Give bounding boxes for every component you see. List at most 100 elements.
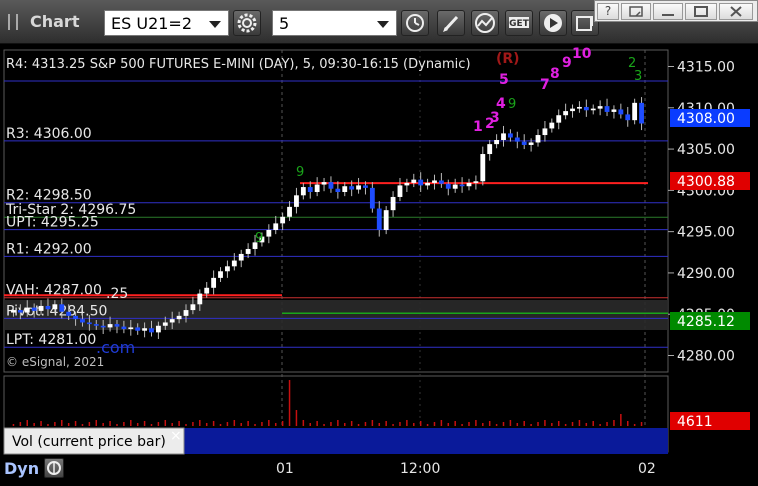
candle-body	[632, 102, 638, 121]
candle-body	[273, 223, 279, 230]
chart-description: R4: 4313.25 S&P 500 FUTURES E-MINI (DAY)…	[6, 57, 471, 72]
candle-body	[86, 322, 92, 325]
drag-grip-icon[interactable]	[8, 14, 18, 30]
candle-body	[528, 142, 534, 145]
candle-body	[590, 108, 596, 111]
window-title: Chart	[30, 12, 80, 31]
get-icon: GET	[509, 17, 530, 29]
draw-tools-button[interactable]	[437, 10, 465, 36]
candle-body	[231, 260, 237, 267]
candle-body	[280, 216, 286, 224]
td-count-green-5: 3	[634, 69, 642, 84]
price-tick-label: 4305.00	[677, 142, 735, 158]
candle-body	[155, 325, 161, 333]
time-label-02: 02	[638, 461, 656, 477]
candle-body	[390, 196, 396, 211]
candle-body	[314, 184, 320, 193]
candle-body	[473, 181, 479, 183]
candle-body	[535, 135, 541, 143]
close-icon	[730, 6, 742, 17]
candle-body	[625, 114, 631, 121]
level-label: VAH: 4287.00	[6, 283, 102, 299]
candle-body	[521, 141, 527, 145]
close-button[interactable]	[719, 3, 753, 20]
minimize-button[interactable]	[653, 3, 683, 20]
candle-body	[445, 183, 451, 189]
candle-body	[618, 109, 624, 115]
chart-toolbar: Chart ES U21=2 5 GET ?	[0, 0, 758, 44]
candle-body	[466, 182, 472, 187]
candle-body	[73, 315, 78, 320]
candle-body	[80, 319, 85, 323]
candle-body	[294, 195, 299, 207]
restore-button[interactable]	[621, 3, 651, 20]
candle-body	[425, 182, 430, 186]
candle-body	[211, 277, 217, 288]
candle-body	[107, 324, 113, 328]
window-controls: ?	[594, 0, 758, 22]
candle-body	[383, 210, 389, 230]
chevron-down-icon[interactable]	[377, 21, 389, 28]
td-setup-flag: (R)	[496, 51, 520, 67]
current-price-text: 4308.00	[677, 111, 735, 127]
volume-text: 4611	[677, 414, 713, 430]
candle-body	[169, 319, 175, 323]
maximize-icon	[694, 6, 708, 17]
help-button[interactable]: ?	[597, 3, 619, 20]
candle-body	[335, 188, 341, 193]
pencil-icon	[443, 15, 459, 32]
candle-body	[542, 128, 548, 136]
pointer-icon	[47, 461, 61, 475]
settings-button[interactable]	[233, 10, 261, 36]
candle-body	[549, 122, 555, 129]
symbol-input[interactable]: ES U21=2	[104, 10, 229, 36]
get-data-button[interactable]: GET	[505, 10, 533, 36]
candle-body	[59, 304, 65, 312]
interval-mode[interactable]: Dyn	[4, 459, 39, 478]
td-count-magenta-9: 9	[562, 55, 572, 71]
candle-body	[135, 327, 141, 331]
studies-button[interactable]	[471, 10, 499, 36]
maximize-button[interactable]	[685, 3, 717, 20]
green-level-text: 4285.12	[677, 314, 735, 330]
candle-body	[583, 106, 589, 111]
level-label: R3: 4306.00	[6, 126, 92, 142]
candle-body	[397, 185, 403, 197]
candle-body	[577, 106, 582, 109]
price-chart[interactable]: R3: 4306.00R2: 4298.50Tri-Star 2: 4296.7…	[0, 44, 758, 482]
candle-body	[459, 184, 465, 187]
candle-body	[266, 229, 272, 237]
copyright-text: © eSignal, 2021	[6, 355, 104, 369]
time-template-button[interactable]	[401, 10, 429, 36]
play-button[interactable]	[539, 10, 567, 36]
candle-body	[321, 182, 327, 185]
td-count-green-1: 9	[296, 165, 304, 180]
indicator-icon	[475, 13, 495, 33]
brand-watermark: .com	[96, 338, 135, 357]
volume-panel-close[interactable]: ×	[170, 428, 182, 444]
candle-body	[190, 304, 196, 311]
candle-body	[487, 144, 493, 155]
symbol-value: ES U21=2	[111, 14, 193, 33]
candle-body	[142, 328, 148, 331]
candle-body	[639, 102, 644, 124]
chart-area[interactable]: R3: 4306.00 R2: 4298.50 Tri-Star 2: 4296.7…	[0, 44, 758, 482]
candle-body	[149, 328, 154, 333]
candle-body	[563, 111, 569, 116]
chevron-down-icon[interactable]	[209, 21, 221, 28]
candle-body	[17, 310, 23, 313]
candle-body	[66, 311, 72, 316]
candle-body	[45, 305, 51, 310]
interval-input[interactable]: 5	[272, 10, 397, 36]
cursor-tool-button[interactable]	[44, 458, 64, 478]
candle-body	[480, 154, 486, 182]
candle-body	[611, 109, 617, 112]
td-count-magenta-7: 7	[540, 77, 550, 93]
candle-body	[349, 186, 355, 190]
candle-body	[556, 115, 562, 123]
volume-panel-label: Vol (current price bar)	[12, 434, 166, 450]
candle-body	[128, 327, 134, 330]
level-label: LPT: 4281.00	[6, 332, 96, 348]
candle-body	[452, 184, 458, 189]
svg-text:GET: GET	[509, 19, 530, 29]
